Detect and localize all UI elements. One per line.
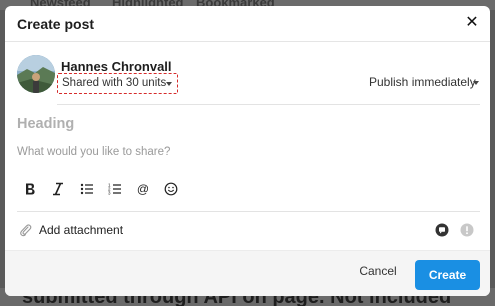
chevron-down-icon	[473, 81, 479, 85]
publish-timing-dropdown[interactable]: Publish immediately	[369, 75, 481, 91]
bold-icon[interactable]	[19, 178, 41, 200]
comment-icon[interactable]	[435, 223, 449, 237]
close-icon[interactable]: ✕	[463, 14, 481, 32]
numbered-list-icon[interactable]: 123	[104, 178, 126, 200]
dialog-header: Create post ✕	[5, 6, 490, 42]
dialog-title: Create post	[17, 16, 95, 32]
avatar-image	[17, 55, 55, 93]
create-post-dialog: Create post ✕ Hannes Chronvall Shared wi…	[5, 6, 490, 296]
post-body-input[interactable]: What would you like to share?	[17, 146, 477, 162]
add-attachment-label: Add attachment	[39, 223, 124, 237]
author-name: Hannes Chronvall	[61, 59, 172, 74]
svg-text:3: 3	[108, 191, 111, 196]
share-audience-dropdown[interactable]: Shared with 30 units	[57, 73, 178, 94]
toolbar-divider	[17, 211, 480, 212]
info-icon[interactable]	[460, 223, 474, 237]
author-divider	[57, 104, 480, 105]
publish-timing-label: Publish immediately	[369, 75, 476, 89]
heading-input[interactable]: Heading	[17, 116, 477, 136]
create-button[interactable]: Create	[415, 260, 480, 290]
paperclip-icon	[19, 223, 32, 242]
cancel-button[interactable]: Cancel	[353, 260, 403, 282]
bullet-list-icon[interactable]	[76, 178, 98, 200]
svg-text:@: @	[137, 182, 149, 196]
add-attachment-button[interactable]: Add attachment	[17, 220, 157, 240]
emoji-icon[interactable]	[160, 178, 182, 200]
mention-icon[interactable]: @	[132, 178, 154, 200]
share-audience-label: Shared with 30 units	[62, 77, 167, 89]
chevron-down-icon	[166, 82, 172, 86]
italic-icon[interactable]	[47, 178, 69, 200]
avatar	[17, 55, 55, 93]
